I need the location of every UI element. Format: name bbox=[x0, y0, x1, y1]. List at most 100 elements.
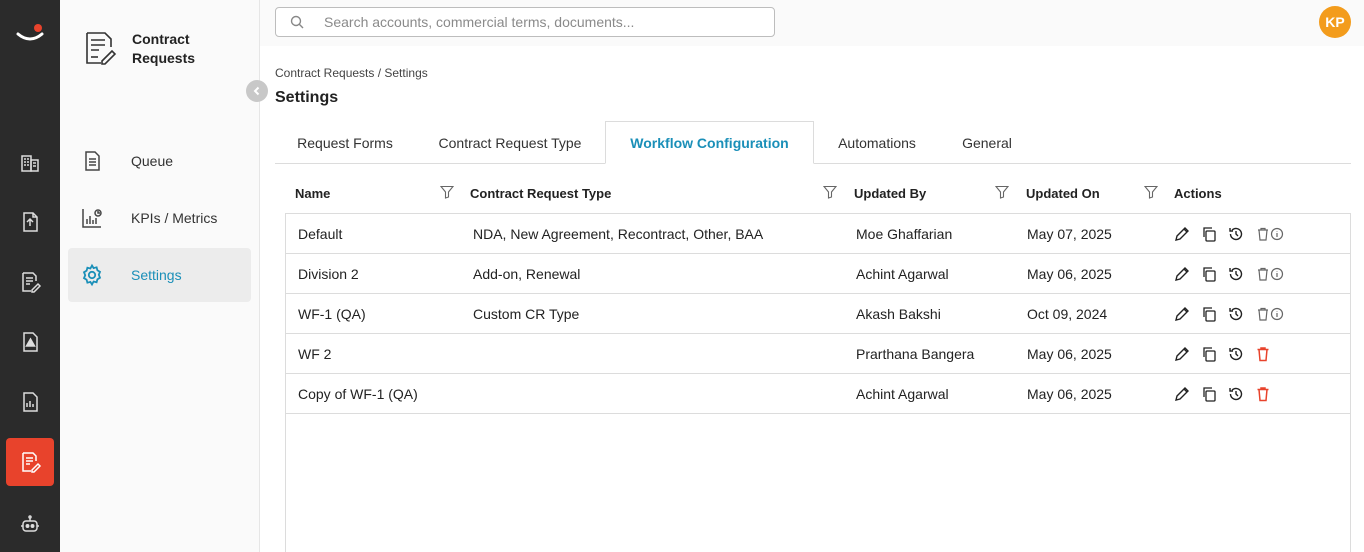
filter-icon[interactable] bbox=[995, 185, 1009, 199]
table-row[interactable]: Default NDA, New Agreement, Recontract, … bbox=[286, 214, 1350, 254]
cell-type: Add-on, Renewal bbox=[473, 266, 581, 282]
search-input[interactable] bbox=[324, 14, 764, 30]
row-actions bbox=[1174, 374, 1282, 414]
contract-request-icon bbox=[22, 452, 42, 473]
cell-updated-on: May 06, 2025 bbox=[1027, 346, 1112, 362]
edit-button[interactable] bbox=[1174, 346, 1190, 362]
history-button[interactable] bbox=[1228, 306, 1244, 322]
sidebar-item-settings[interactable]: Settings bbox=[68, 248, 251, 302]
copy-icon bbox=[1203, 267, 1216, 282]
cell-name: WF-1 (QA) bbox=[298, 306, 366, 322]
cell-updated-on: May 06, 2025 bbox=[1027, 266, 1112, 282]
table-row[interactable]: Division 2 Add-on, Renewal Achint Agarwa… bbox=[286, 254, 1350, 294]
history-button[interactable] bbox=[1228, 226, 1244, 242]
edit-button[interactable] bbox=[1174, 266, 1190, 282]
gear-icon bbox=[82, 263, 102, 287]
cell-updated-by: Achint Agarwal bbox=[856, 266, 949, 282]
history-button[interactable] bbox=[1228, 346, 1244, 362]
cell-name: Division 2 bbox=[298, 266, 359, 282]
copy-button[interactable] bbox=[1201, 226, 1217, 242]
delete-disabled-button bbox=[1255, 266, 1285, 282]
pencil-icon bbox=[1175, 227, 1189, 241]
search-icon bbox=[290, 15, 304, 29]
edit-button[interactable] bbox=[1174, 306, 1190, 322]
copy-button[interactable] bbox=[1201, 306, 1217, 322]
table-row[interactable]: WF-1 (QA) Custom CR Type Akash Bakshi Oc… bbox=[286, 294, 1350, 334]
delete-button[interactable] bbox=[1255, 346, 1271, 362]
sidebar-item-queue[interactable]: Queue bbox=[68, 134, 251, 188]
pencil-icon bbox=[1175, 387, 1189, 401]
rail-report-button[interactable] bbox=[6, 378, 54, 426]
column-header-updated-on[interactable]: Updated On bbox=[1026, 174, 1100, 212]
pencil-icon bbox=[1175, 307, 1189, 321]
settings-tabs: Request Forms Contract Request Type Work… bbox=[275, 121, 1351, 164]
history-icon bbox=[1229, 307, 1243, 321]
tab-automations[interactable]: Automations bbox=[814, 121, 940, 164]
history-icon bbox=[1229, 227, 1243, 241]
table-row[interactable]: Copy of WF-1 (QA) Achint Agarwal May 06,… bbox=[286, 374, 1350, 414]
cell-updated-on: Oct 09, 2024 bbox=[1027, 306, 1108, 322]
cell-type: NDA, New Agreement, Recontract, Other, B… bbox=[473, 226, 764, 242]
copy-button[interactable] bbox=[1201, 266, 1217, 282]
document-list-icon bbox=[85, 151, 100, 171]
breadcrumb-text: Contract Requests / Settings bbox=[275, 66, 428, 80]
page-title: Settings bbox=[275, 89, 339, 106]
cell-updated-on: May 06, 2025 bbox=[1027, 386, 1112, 402]
trash-icon bbox=[1258, 267, 1268, 281]
pencil-icon bbox=[1175, 347, 1189, 361]
trash-icon bbox=[1257, 347, 1269, 362]
edit-button[interactable] bbox=[1174, 226, 1190, 242]
delete-button[interactable] bbox=[1255, 386, 1271, 402]
history-icon bbox=[1229, 347, 1243, 361]
column-header-actions: Actions bbox=[1174, 185, 1222, 201]
tab-contract-request-type[interactable]: Contract Request Type bbox=[415, 121, 605, 164]
history-button[interactable] bbox=[1228, 266, 1244, 282]
table-row[interactable]: WF 2 Prarthana Bangera May 06, 2025 bbox=[286, 334, 1350, 374]
copy-icon bbox=[1203, 307, 1216, 322]
rail-warning-document-button[interactable] bbox=[6, 318, 54, 366]
edit-button[interactable] bbox=[1174, 386, 1190, 402]
history-button[interactable] bbox=[1228, 386, 1244, 402]
filter-icon[interactable] bbox=[440, 185, 454, 199]
info-icon bbox=[1270, 227, 1284, 241]
sidebar-item-kpis-metrics[interactable]: KPIs / Metrics bbox=[68, 191, 251, 245]
delete-disabled-button bbox=[1255, 306, 1285, 322]
cell-updated-by: Prarthana Bangera bbox=[856, 346, 975, 362]
history-icon bbox=[1229, 387, 1243, 401]
sidebar-item-label: Queue bbox=[131, 153, 174, 169]
rail-document-upload-button[interactable] bbox=[6, 198, 54, 246]
user-avatar[interactable]: KP bbox=[1319, 6, 1351, 38]
cell-updated-on: May 07, 2025 bbox=[1027, 226, 1112, 242]
info-icon bbox=[1270, 267, 1284, 281]
metrics-icon bbox=[82, 209, 102, 228]
copy-button[interactable] bbox=[1201, 386, 1217, 402]
rail-bot-button[interactable] bbox=[6, 500, 54, 548]
document-edit-icon bbox=[22, 272, 42, 293]
trash-icon bbox=[1257, 387, 1269, 402]
document-upload-icon bbox=[23, 212, 38, 232]
copy-icon bbox=[1203, 387, 1216, 402]
warning-document-icon bbox=[23, 332, 38, 352]
rail-document-edit-button[interactable] bbox=[6, 258, 54, 306]
filter-icon[interactable] bbox=[823, 185, 837, 199]
rail-building-button[interactable] bbox=[6, 138, 54, 186]
copy-icon bbox=[1203, 347, 1216, 362]
app-header: Contract Requests bbox=[82, 30, 222, 68]
brand-logo-icon[interactable] bbox=[12, 20, 48, 48]
rail-contract-request-button[interactable] bbox=[6, 438, 54, 486]
copy-button[interactable] bbox=[1201, 346, 1217, 362]
table-header: Name Contract Request Type Updated By Up… bbox=[285, 174, 1351, 212]
column-header-updated-by[interactable]: Updated By bbox=[854, 174, 926, 212]
column-header-name[interactable]: Name bbox=[295, 174, 330, 212]
tab-general[interactable]: General bbox=[940, 121, 1034, 164]
cell-name: WF 2 bbox=[298, 346, 332, 362]
row-actions bbox=[1174, 294, 1285, 334]
sidebar-item-label: KPIs / Metrics bbox=[131, 210, 218, 226]
building-icon bbox=[21, 155, 39, 172]
filter-icon[interactable] bbox=[1144, 185, 1158, 199]
chevron-left-icon bbox=[253, 86, 260, 96]
sidebar-collapse-button[interactable] bbox=[246, 80, 268, 102]
column-header-contract-request-type[interactable]: Contract Request Type bbox=[470, 174, 611, 212]
tab-request-forms[interactable]: Request Forms bbox=[275, 121, 415, 164]
tab-workflow-configuration[interactable]: Workflow Configuration bbox=[605, 121, 814, 164]
